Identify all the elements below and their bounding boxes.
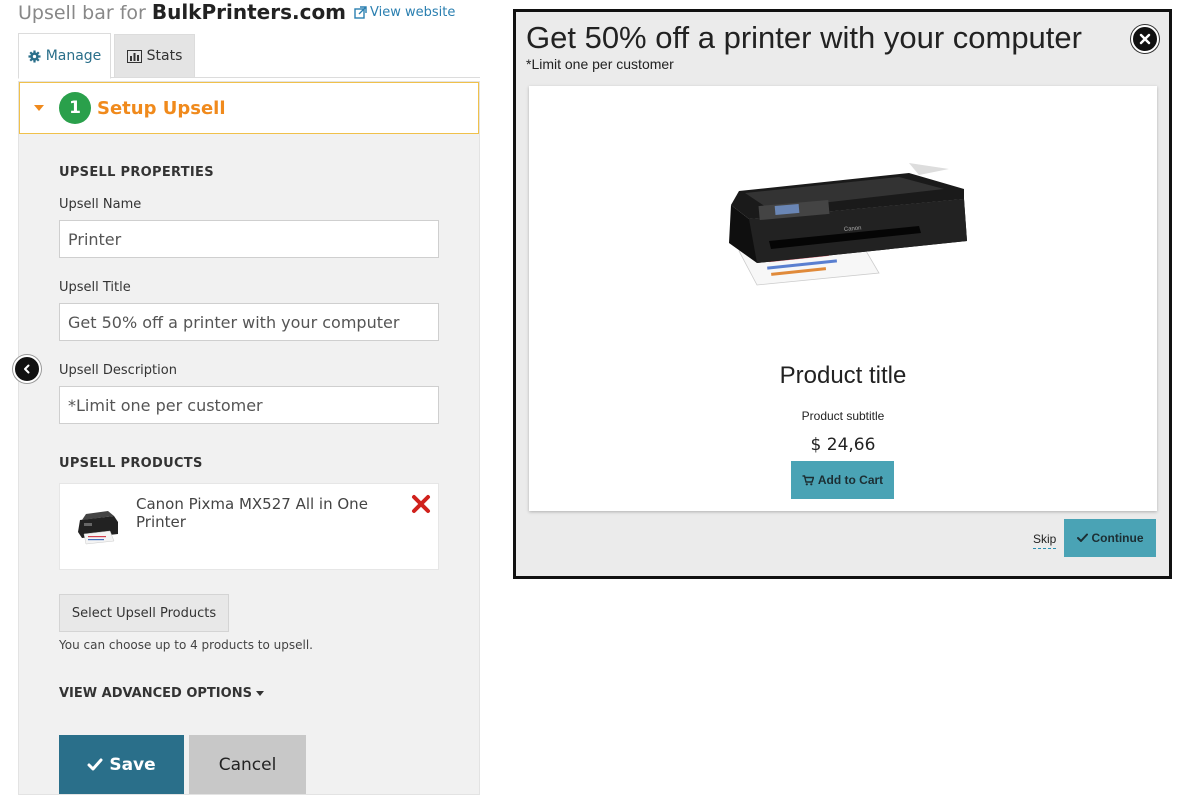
tab-manage[interactable]: Manage bbox=[18, 33, 111, 79]
upsell-name-input[interactable] bbox=[59, 220, 439, 258]
close-icon bbox=[1139, 33, 1151, 45]
continue-label: Continue bbox=[1091, 531, 1144, 545]
step-number-badge: 1 bbox=[59, 92, 91, 124]
upsell-description-input[interactable] bbox=[59, 386, 439, 424]
tab-bar: Manage Stats bbox=[18, 33, 480, 79]
save-button[interactable]: Save bbox=[59, 735, 184, 794]
product-price: $ 24,66 bbox=[810, 435, 876, 455]
view-advanced-options-link[interactable]: VIEW ADVANCED OPTIONS bbox=[59, 686, 264, 701]
caret-down-icon bbox=[255, 691, 264, 696]
upsell-preview-modal: Get 50% off a printer with your computer… bbox=[513, 9, 1172, 579]
upsell-description-label: Upsell Description bbox=[59, 363, 177, 378]
close-preview-button[interactable] bbox=[1131, 25, 1159, 53]
tab-stats-label: Stats bbox=[146, 48, 183, 64]
tab-stats[interactable]: Stats bbox=[114, 34, 195, 78]
select-upsell-products-button[interactable]: Select Upsell Products bbox=[59, 594, 229, 632]
upsell-title-input[interactable] bbox=[59, 303, 439, 341]
settings-panel: 1 Setup Upsell UPSELL PROPERTIES Upsell … bbox=[18, 81, 480, 795]
products-limit-hint: You can choose up to 4 products to upsel… bbox=[59, 638, 313, 652]
preview-product-card: Canon Product title Product subtitle $ 2… bbox=[529, 86, 1157, 511]
upsell-products-heading: UPSELL PRODUCTS bbox=[59, 456, 203, 471]
continue-button[interactable]: Continue bbox=[1064, 519, 1156, 557]
advanced-options-label: VIEW ADVANCED OPTIONS bbox=[59, 686, 252, 701]
skip-link[interactable]: Skip bbox=[1033, 532, 1057, 549]
gear-icon bbox=[28, 49, 41, 63]
setup-upsell-header[interactable]: 1 Setup Upsell bbox=[19, 82, 479, 134]
check-icon bbox=[87, 758, 103, 770]
upsell-properties-heading: UPSELL PROPERTIES bbox=[59, 165, 214, 180]
header-prefix: Upsell bar for bbox=[18, 2, 146, 24]
bar-chart-icon bbox=[126, 49, 142, 63]
caret-down-icon bbox=[34, 105, 44, 111]
external-link-icon bbox=[354, 6, 367, 19]
check-icon bbox=[1076, 533, 1088, 542]
printer-image: Canon bbox=[729, 163, 967, 286]
upsell-title-label: Upsell Title bbox=[59, 280, 131, 295]
preview-subtitle: *Limit one per customer bbox=[526, 56, 674, 72]
product-title: Product title bbox=[779, 362, 907, 389]
view-website-label: View website bbox=[370, 5, 456, 20]
product-item: Canon Pixma MX527 All in One Printer bbox=[59, 483, 439, 570]
page-header: Upsell bar for BulkPrinters.com View web… bbox=[18, 0, 455, 26]
collapse-panel-button[interactable] bbox=[13, 355, 41, 383]
add-to-cart-button[interactable]: Add to Cart bbox=[791, 461, 894, 499]
save-label: Save bbox=[109, 754, 156, 775]
tab-manage-label: Manage bbox=[45, 48, 102, 64]
section-title: Setup Upsell bbox=[97, 97, 226, 119]
product-subtitle: Product subtitle bbox=[801, 409, 885, 423]
printer-thumbnail bbox=[78, 511, 118, 545]
chevron-left-icon bbox=[24, 364, 30, 374]
preview-title: Get 50% off a printer with your computer bbox=[526, 20, 1082, 55]
site-name: BulkPrinters.com bbox=[151, 0, 347, 24]
cart-icon bbox=[802, 474, 814, 485]
add-to-cart-label: Add to Cart bbox=[817, 473, 884, 487]
remove-product-icon[interactable] bbox=[411, 494, 431, 514]
view-website-link[interactable]: View website bbox=[354, 5, 455, 20]
product-name: Canon Pixma MX527 All in One Printer bbox=[136, 495, 368, 531]
upsell-name-label: Upsell Name bbox=[59, 197, 142, 212]
cancel-button[interactable]: Cancel bbox=[189, 735, 306, 794]
